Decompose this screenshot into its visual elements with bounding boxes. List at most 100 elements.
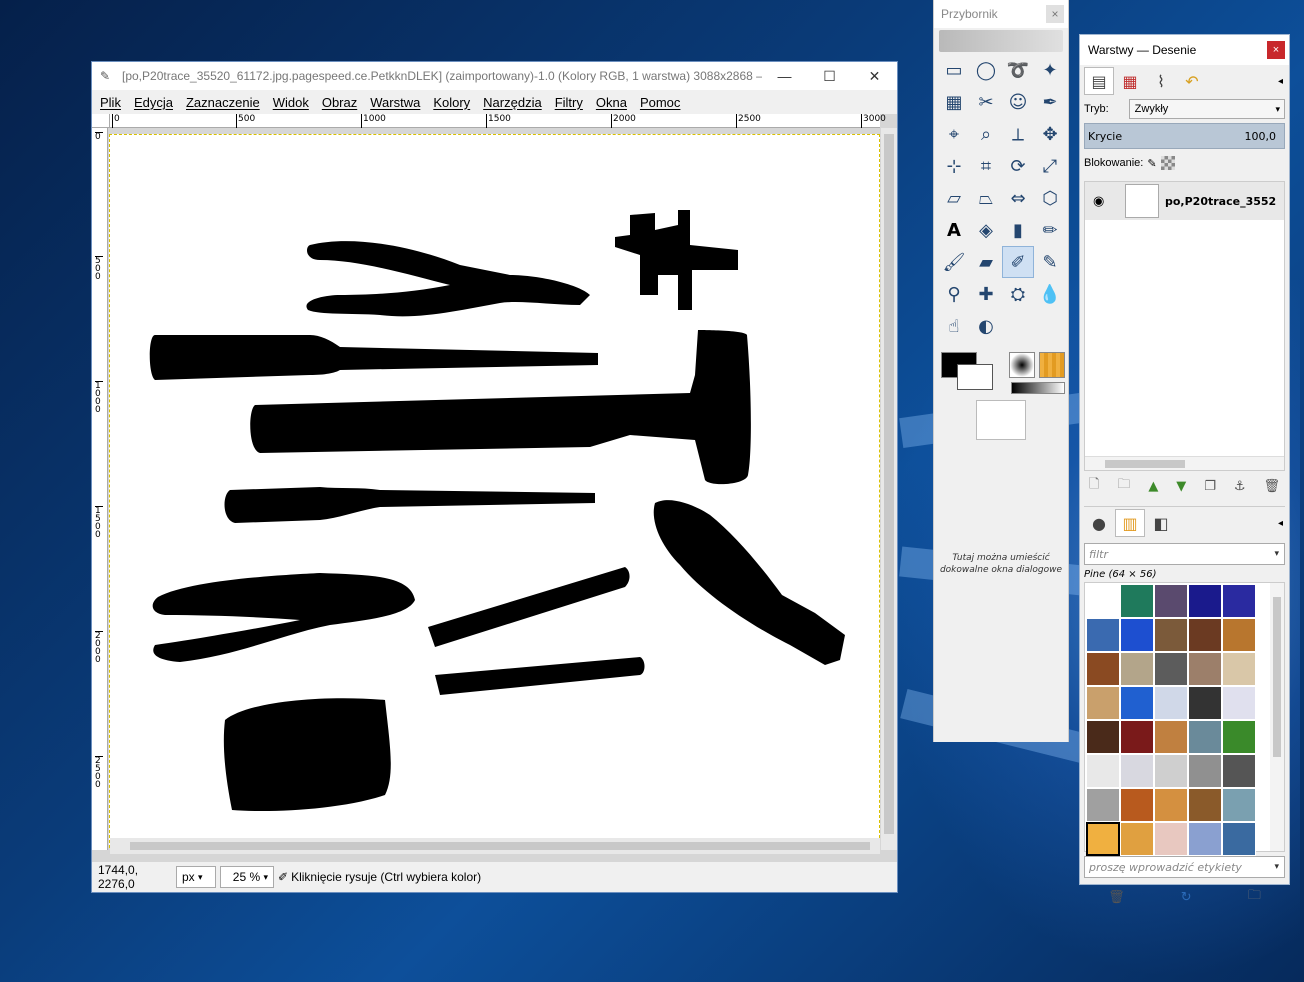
pattern-swatch[interactable] (1086, 754, 1120, 788)
opacity-slider[interactable]: Krycie 100,0 (1084, 123, 1285, 149)
pattern-swatch[interactable] (1188, 618, 1222, 652)
pattern-swatch[interactable] (1188, 686, 1222, 720)
toolbox-close-button[interactable]: × (1046, 5, 1064, 23)
foreground-select-tool-button[interactable]: ☺ (1002, 86, 1034, 118)
pattern-swatch[interactable] (1188, 754, 1222, 788)
lower-layer-icon[interactable]: ▼ (1176, 479, 1186, 494)
paths-tool-button[interactable]: ✒ (1034, 86, 1066, 118)
toolbox-titlebar[interactable]: Przybornik × (934, 0, 1068, 28)
pattern-swatch[interactable] (1154, 754, 1188, 788)
scrollbar-thumb[interactable] (884, 134, 894, 834)
paintbrush-tool-button[interactable]: 🖌 (938, 246, 970, 278)
pattern-swatch[interactable] (1154, 584, 1188, 618)
vertical-ruler[interactable]: 0 500 1000 1500 2000 2500 (92, 128, 108, 850)
ruler-corner[interactable] (92, 114, 110, 128)
pattern-scrollbar[interactable] (1270, 583, 1284, 851)
pattern-swatch[interactable] (1086, 584, 1120, 618)
perspective-tool-button[interactable]: ⏢ (970, 182, 1002, 214)
dock-titlebar[interactable]: Warstwy — Desenie × (1080, 35, 1289, 65)
menu-filtry[interactable]: Filtry (555, 95, 583, 110)
pattern-swatch[interactable] (1222, 720, 1256, 754)
raise-layer-icon[interactable]: ▲ (1148, 479, 1158, 494)
menu-kolory[interactable]: Kolory (433, 95, 470, 110)
pattern-swatch[interactable] (1086, 720, 1120, 754)
pattern-swatch[interactable] (1120, 822, 1154, 856)
pattern-swatch[interactable] (1188, 822, 1222, 856)
dock-close-button[interactable]: × (1267, 41, 1285, 59)
pattern-swatch[interactable] (1222, 686, 1256, 720)
close-button[interactable]: ✕ (852, 68, 897, 85)
delete-layer-icon[interactable]: 🗑 (1263, 479, 1280, 494)
layer-row[interactable]: ◉ po,P20trace_3552 (1085, 182, 1284, 220)
menu-edycja[interactable]: Edycja (134, 95, 173, 110)
pattern-swatch[interactable] (1154, 720, 1188, 754)
brush-preview[interactable] (1009, 352, 1035, 378)
perspective-clone-tool-button[interactable]: ⛭ (1002, 278, 1034, 310)
pattern-swatch[interactable] (1120, 686, 1154, 720)
fuzzy-select-tool-button[interactable]: ✦ (1034, 54, 1066, 86)
pattern-swatch[interactable] (1222, 822, 1256, 856)
pattern-swatch[interactable] (1154, 822, 1188, 856)
wilber-drop-area[interactable] (939, 30, 1063, 52)
pattern-swatch[interactable] (1154, 652, 1188, 686)
pattern-swatch[interactable] (1188, 584, 1222, 618)
pattern-swatch[interactable] (1086, 652, 1120, 686)
free-select-tool-button[interactable]: ➰ (1002, 54, 1034, 86)
horizontal-scrollbar[interactable] (110, 838, 880, 854)
pattern-swatch[interactable] (1222, 788, 1256, 822)
measure-tool-button[interactable]: ⟂ (1002, 118, 1034, 150)
pattern-swatch[interactable] (1154, 618, 1188, 652)
scissors-select-tool-button[interactable]: ✂ (970, 86, 1002, 118)
smudge-tool-button[interactable]: ☝ (938, 310, 970, 342)
pencil-tool-button[interactable]: ✏ (1034, 214, 1066, 246)
eye-icon[interactable]: ◉ (1093, 194, 1104, 209)
minimize-button[interactable]: — (762, 68, 807, 84)
menu-narzedzia[interactable]: Narzędzia (483, 95, 542, 110)
delete-pattern-icon[interactable]: 🗑 (1108, 890, 1125, 905)
pattern-swatch[interactable] (1222, 652, 1256, 686)
menu-warstwa[interactable]: Warstwa (370, 95, 420, 110)
open-pattern-folder-icon[interactable]: 🗀 (1248, 886, 1261, 908)
tab-brushes[interactable]: ● (1084, 509, 1114, 537)
dodge-burn-tool-button[interactable]: ◐ (970, 310, 1002, 342)
blur-tool-button[interactable]: 💧 (1034, 278, 1066, 310)
pattern-swatch[interactable] (1086, 618, 1120, 652)
vertical-scrollbar[interactable] (881, 128, 897, 850)
rect-select-tool-button[interactable]: ▭ (938, 54, 970, 86)
tags-input[interactable]: proszę wprowadzić etykiety ▾ (1084, 856, 1285, 878)
scrollbar-thumb[interactable] (1105, 460, 1185, 468)
pattern-swatch[interactable] (1120, 720, 1154, 754)
pattern-swatch[interactable] (1120, 788, 1154, 822)
ink-tool-button[interactable]: ✎ (1034, 246, 1066, 278)
maximize-button[interactable]: ☐ (807, 68, 852, 85)
lock-alpha-icon[interactable] (1160, 156, 1175, 170)
heal-tool-button[interactable]: ✚ (970, 278, 1002, 310)
menu-pomoc[interactable]: Pomoc (640, 95, 680, 110)
scrollbar-thumb[interactable] (130, 842, 870, 850)
pattern-swatch[interactable] (1154, 788, 1188, 822)
tab-channels[interactable]: ▦ (1115, 67, 1145, 95)
tab-menu-icon[interactable]: ◂ (1278, 76, 1283, 87)
scale-tool-button[interactable]: ⤢ (1034, 150, 1066, 182)
duplicate-layer-icon[interactable]: ❐ (1204, 479, 1216, 494)
pattern-swatch[interactable] (1222, 584, 1256, 618)
zoom-tool-button[interactable]: ⌕ (970, 118, 1002, 150)
image-canvas[interactable] (109, 134, 880, 848)
new-layer-group-icon[interactable]: 🗀 (1117, 475, 1130, 497)
image-window-titlebar[interactable]: ✎ [po,P20trace_35520_61172.jpg.pagespeed… (92, 62, 897, 90)
mode-select[interactable]: Zwykły ▾ (1128, 99, 1285, 119)
pattern-swatch[interactable] (1188, 720, 1222, 754)
background-color-swatch[interactable] (957, 364, 993, 390)
pattern-swatch[interactable] (1120, 754, 1154, 788)
tab-patterns[interactable]: ▥ (1115, 509, 1145, 537)
rotate-tool-button[interactable]: ⟳ (1002, 150, 1034, 182)
eraser-tool-button[interactable]: ▰ (970, 246, 1002, 278)
menu-okna[interactable]: Okna (596, 95, 627, 110)
pattern-swatch[interactable] (1086, 788, 1120, 822)
cage-tool-button[interactable]: ⬡ (1034, 182, 1066, 214)
ellipse-select-tool-button[interactable]: ◯ (970, 54, 1002, 86)
text-tool-button[interactable]: A (938, 214, 970, 246)
menu-zaznaczenie[interactable]: Zaznaczenie (186, 95, 260, 110)
shear-tool-button[interactable]: ▱ (938, 182, 970, 214)
color-select-tool-button[interactable]: ▦ (938, 86, 970, 118)
